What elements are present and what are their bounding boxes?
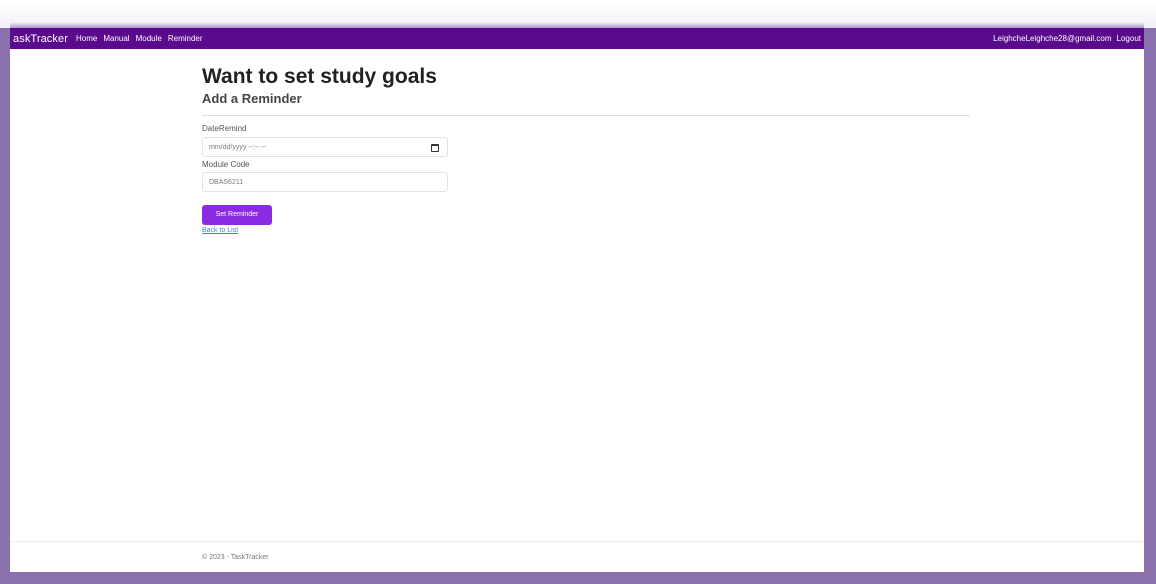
date-remind-input[interactable]: mm/dd/yyyy --:-- -- <box>202 137 448 157</box>
page-title: Want to set study goals <box>202 65 437 88</box>
navbar: askTracker Home Manual Module Reminder L… <box>10 28 1144 49</box>
footer-text: © 2023 - TaskTracker <box>202 554 269 561</box>
set-reminder-button[interactable]: Set Reminder <box>202 205 272 225</box>
logout-link[interactable]: Logout <box>1117 34 1141 43</box>
nav-reminder[interactable]: Reminder <box>168 34 203 43</box>
frame-bottom-border <box>0 572 1156 584</box>
date-remind-label: DateRemind <box>202 124 247 133</box>
user-email-link[interactable]: LeighcheLeighche28@gmail.com <box>993 34 1111 43</box>
divider <box>202 115 970 116</box>
module-code-input[interactable]: DBAS6211 <box>202 172 448 192</box>
date-remind-value: mm/dd/yyyy --:-- -- <box>209 143 267 151</box>
calendar-icon[interactable] <box>431 144 439 152</box>
window-frame: askTracker Home Manual Module Reminder L… <box>0 0 1156 584</box>
module-code-label: Module Code <box>202 160 250 169</box>
frame-left-border <box>0 28 10 584</box>
footer-divider <box>10 541 1144 542</box>
brand-link[interactable]: askTracker <box>13 33 68 45</box>
page-subtitle: Add a Reminder <box>202 91 302 106</box>
frame-right-border <box>1144 28 1156 584</box>
main-content: Want to set study goals Add a Reminder D… <box>202 64 970 234</box>
nav-module[interactable]: Module <box>136 34 162 43</box>
back-to-list-link[interactable]: Back to List <box>202 227 970 234</box>
nav-home[interactable]: Home <box>76 34 97 43</box>
nav-manual[interactable]: Manual <box>103 34 129 43</box>
module-code-value: DBAS6211 <box>209 178 244 186</box>
nav-right: LeighcheLeighche28@gmail.com Logout <box>993 34 1144 43</box>
